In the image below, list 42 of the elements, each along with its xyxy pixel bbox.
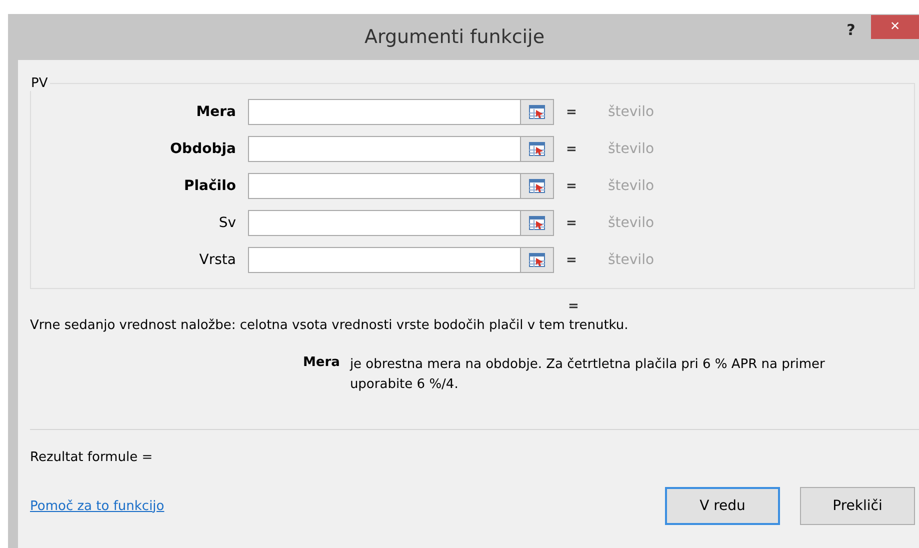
- argument-field[interactable]: [248, 136, 554, 162]
- equals-sign: =: [566, 104, 578, 120]
- argument-value: število: [608, 215, 656, 231]
- argument-field[interactable]: [248, 99, 554, 125]
- equals-sign: =: [566, 142, 578, 156]
- range-select-icon: [529, 216, 545, 230]
- argument-value: število: [608, 104, 656, 120]
- argument-value: število: [608, 252, 656, 268]
- function-description: Vrne sedanjo vrednost naložbe: celotna vsota vrednosti vrste bodočih plačil v tem trenutku.: [30, 318, 630, 333]
- equals-sign: =: [566, 216, 578, 230]
- argument-label: Plačilo: [182, 178, 236, 194]
- range-select-icon: [529, 142, 545, 156]
- argument-field[interactable]: [248, 173, 554, 199]
- argument-field[interactable]: [248, 210, 554, 236]
- collapse-dialog-button[interactable]: [520, 211, 553, 235]
- window-title: Argumenti funkcije: [363, 26, 546, 48]
- ok-button[interactable]: V redu: [665, 487, 780, 525]
- argument-label: Mera: [195, 104, 236, 120]
- cancel-button[interactable]: Prekliči: [800, 487, 915, 525]
- argument-value: število: [608, 178, 656, 194]
- argument-label: Vrsta: [198, 252, 236, 268]
- collapse-dialog-button[interactable]: [520, 100, 553, 124]
- collapse-dialog-button[interactable]: [520, 137, 553, 161]
- argument-value: število: [608, 141, 656, 157]
- argument-description: je obrestna mera na obdobje. Za četrtletna plačila pri 6 % APR na primer uporabite 6 %/4.: [350, 356, 826, 394]
- equals-sign: =: [568, 299, 580, 314]
- function-name: PV: [30, 76, 49, 91]
- equals-sign: =: [566, 252, 578, 268]
- formula-result: Rezultat formule =: [30, 450, 154, 465]
- collapse-dialog-button[interactable]: [520, 248, 553, 272]
- equals-sign: =: [566, 178, 578, 194]
- range-select-icon: [529, 253, 545, 267]
- help-button[interactable]: ?: [831, 21, 871, 39]
- help-link[interactable]: Pomoč za to funkcijo: [30, 498, 164, 514]
- range-select-icon: [529, 105, 545, 119]
- argument-name: Mera: [303, 355, 340, 372]
- argument-label: Sv: [218, 215, 236, 231]
- argument-field[interactable]: [248, 247, 554, 273]
- collapse-dialog-button[interactable]: [520, 174, 553, 198]
- close-button[interactable]: ×: [871, 15, 919, 39]
- range-select-icon: [529, 179, 545, 193]
- argument-label: Obdobja: [169, 141, 236, 157]
